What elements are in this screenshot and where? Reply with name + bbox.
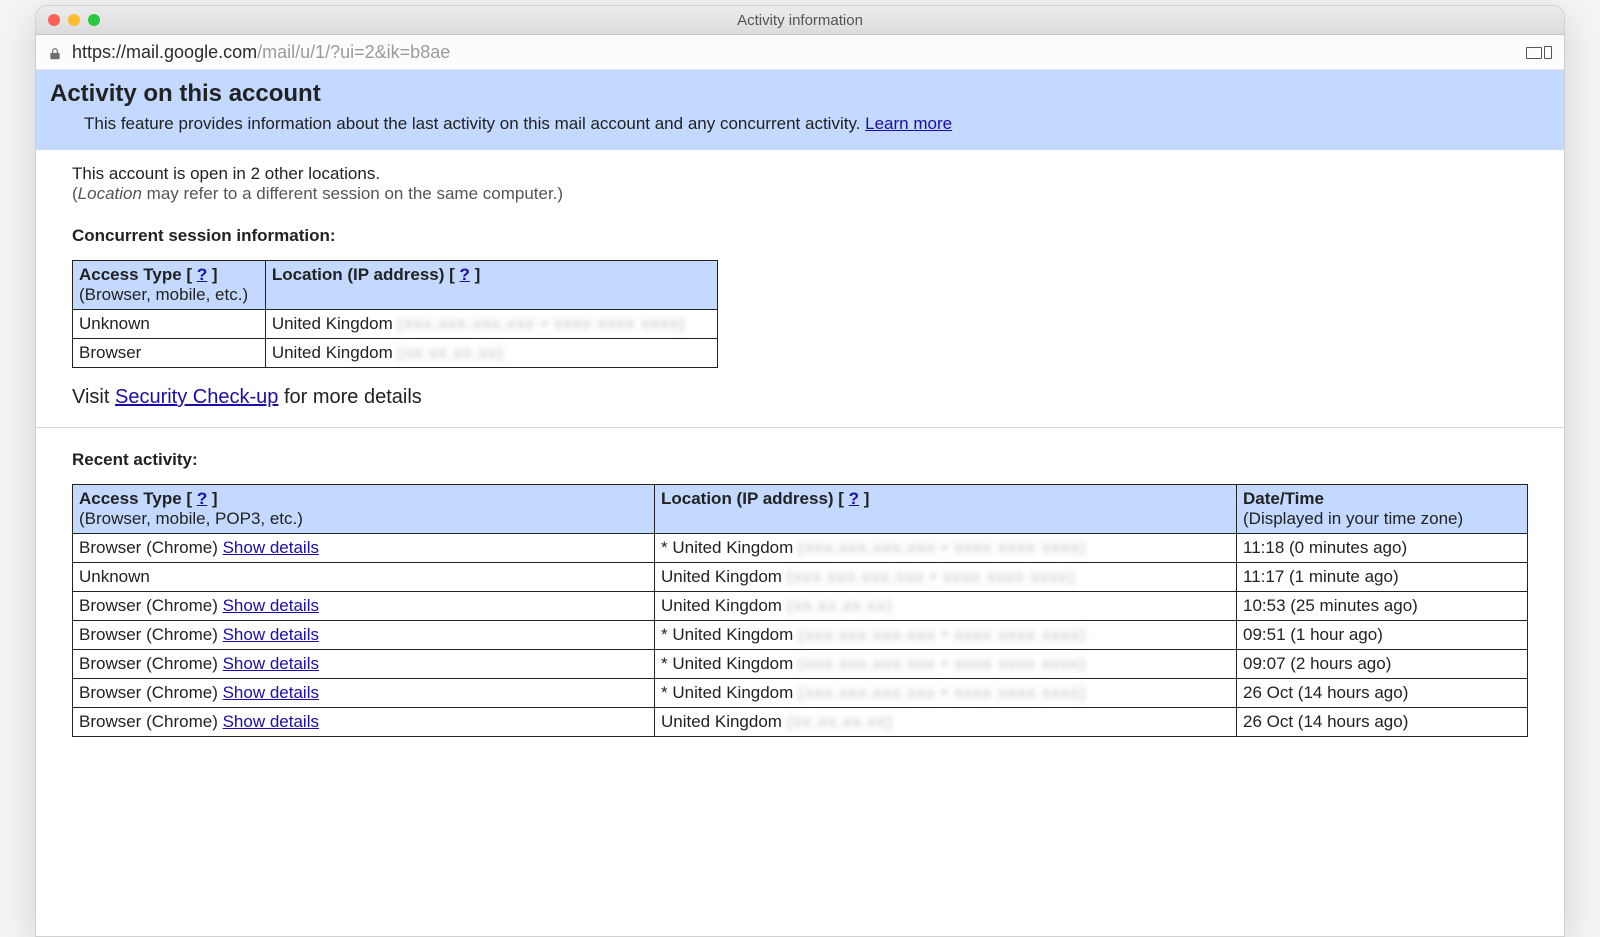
security-checkup-line: Visit Security Check-up for more details (72, 386, 1528, 409)
page-content: This account is open in 2 other location… (36, 150, 1564, 737)
window-title: Activity information (36, 12, 1564, 29)
cell-datetime: 11:17 (1 minute ago) (1237, 563, 1528, 592)
table-row: Browser (Chrome) Show details* United Ki… (73, 679, 1528, 708)
cell-location: United Kingdom (xx.xx.xx.xx) (655, 592, 1237, 621)
col-datetime: Date/Time (Displayed in your time zone) (1237, 485, 1528, 534)
cell-datetime: 26 Oct (14 hours ago) (1237, 679, 1528, 708)
cell-location: United Kingdom (xx.xx.xx.xx) (265, 339, 717, 368)
show-details-link[interactable]: Show details (223, 538, 319, 557)
col-location: Location (IP address) [ ? ] (655, 485, 1237, 534)
access-type-help-link[interactable]: ? (197, 489, 207, 508)
location-note-text: (Location may refer to a different sessi… (72, 184, 1528, 204)
cell-datetime: 11:18 (0 minutes ago) (1237, 534, 1528, 563)
cell-location: United Kingdom (xxx.xxx.xxx.xxx • xxxx x… (655, 563, 1237, 592)
cell-datetime: 09:07 (2 hours ago) (1237, 650, 1528, 679)
page-title: Activity on this account (50, 80, 1550, 108)
cell-location: * United Kingdom (xxx.xxx.xxx.xxx • xxxx… (655, 621, 1237, 650)
show-details-link[interactable]: Show details (223, 712, 319, 731)
location-help-link[interactable]: ? (849, 489, 859, 508)
access-type-help-link[interactable]: ? (197, 265, 207, 284)
show-details-link[interactable]: Show details (223, 596, 319, 615)
table-row: BrowserUnited Kingdom (xx.xx.xx.xx) (73, 339, 718, 368)
close-window-button[interactable] (48, 14, 60, 26)
cell-access-type: Unknown (73, 310, 266, 339)
cell-access-type: Browser (Chrome) Show details (73, 621, 655, 650)
cell-access-type: Browser (Chrome) Show details (73, 592, 655, 621)
window-controls (48, 14, 100, 26)
fullscreen-window-button[interactable] (88, 14, 100, 26)
url-text[interactable]: https://mail.google.com/mail/u/1/?ui=2&i… (72, 42, 450, 63)
divider (36, 427, 1564, 428)
cell-access-type: Browser (Chrome) Show details (73, 679, 655, 708)
location-help-link[interactable]: ? (460, 265, 470, 284)
cell-access-type: Unknown (73, 563, 655, 592)
concurrent-sessions-heading: Concurrent session information: (72, 226, 1528, 246)
col-access-type: Access Type [ ? ] (Browser, mobile, POP3… (73, 485, 655, 534)
cell-access-type: Browser (Chrome) Show details (73, 650, 655, 679)
cell-datetime: 10:53 (25 minutes ago) (1237, 592, 1528, 621)
cell-location: United Kingdom (xxx.xxx.xxx.xxx • xxxx x… (265, 310, 717, 339)
cell-location: * United Kingdom (xxx.xxx.xxx.xxx • xxxx… (655, 679, 1237, 708)
responsive-design-icon[interactable] (1526, 46, 1552, 59)
open-locations-text: This account is open in 2 other location… (72, 164, 1528, 184)
minimize-window-button[interactable] (68, 14, 80, 26)
table-row: UnknownUnited Kingdom (xxx.xxx.xxx.xxx •… (73, 563, 1528, 592)
cell-access-type: Browser (73, 339, 266, 368)
table-row: UnknownUnited Kingdom (xxx.xxx.xxx.xxx •… (73, 310, 718, 339)
col-access-type: Access Type [ ? ] (Browser, mobile, etc.… (73, 261, 266, 310)
cell-datetime: 09:51 (1 hour ago) (1237, 621, 1528, 650)
recent-activity-table: Access Type [ ? ] (Browser, mobile, POP3… (72, 484, 1528, 737)
security-checkup-link[interactable]: Security Check-up (115, 386, 278, 408)
cell-location: * United Kingdom (xxx.xxx.xxx.xxx • xxxx… (655, 650, 1237, 679)
table-row: Browser (Chrome) Show detailsUnited King… (73, 708, 1528, 737)
banner-description: This feature provides information about … (84, 114, 1550, 134)
address-bar: https://mail.google.com/mail/u/1/?ui=2&i… (36, 35, 1564, 70)
lock-icon (48, 45, 62, 59)
window-titlebar: Activity information (36, 6, 1564, 35)
cell-location: * United Kingdom (xxx.xxx.xxx.xxx • xxxx… (655, 534, 1237, 563)
cell-access-type: Browser (Chrome) Show details (73, 534, 655, 563)
cell-access-type: Browser (Chrome) Show details (73, 708, 655, 737)
activity-banner: Activity on this account This feature pr… (36, 70, 1564, 150)
col-location: Location (IP address) [ ? ] (265, 261, 717, 310)
table-row: Browser (Chrome) Show details* United Ki… (73, 650, 1528, 679)
show-details-link[interactable]: Show details (223, 654, 319, 673)
concurrent-sessions-table: Access Type [ ? ] (Browser, mobile, etc.… (72, 260, 718, 368)
show-details-link[interactable]: Show details (223, 683, 319, 702)
show-details-link[interactable]: Show details (223, 625, 319, 644)
table-row: Browser (Chrome) Show details* United Ki… (73, 621, 1528, 650)
cell-location: United Kingdom (xx.xx.xx.xx) (655, 708, 1237, 737)
browser-window: Activity information https://mail.google… (35, 5, 1565, 937)
recent-activity-heading: Recent activity: (72, 450, 1528, 470)
cell-datetime: 26 Oct (14 hours ago) (1237, 708, 1528, 737)
table-row: Browser (Chrome) Show details* United Ki… (73, 534, 1528, 563)
table-row: Browser (Chrome) Show detailsUnited King… (73, 592, 1528, 621)
learn-more-link[interactable]: Learn more (865, 114, 952, 133)
